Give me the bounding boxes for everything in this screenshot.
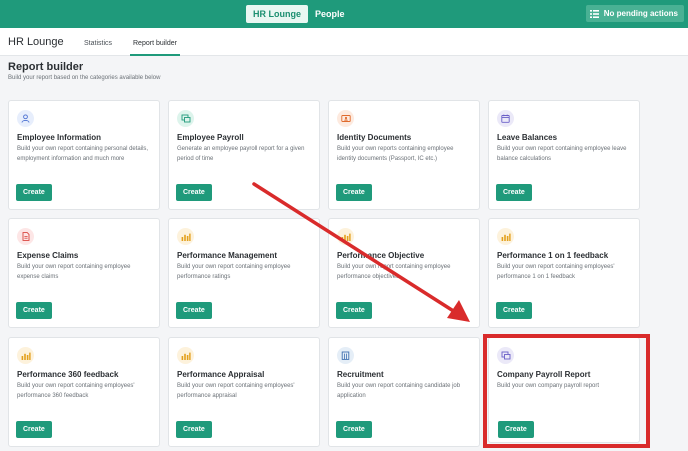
report-card-performance-appraisal: Performance Appraisal Build your own rep… <box>168 337 320 447</box>
card-title: Performance Appraisal <box>177 370 265 379</box>
report-card-performance-1-on-1-feedback: Performance 1 on 1 feedback Build your o… <box>488 218 640 328</box>
create-button[interactable]: Create <box>336 184 372 201</box>
card-description: Build your own report containing candida… <box>337 383 461 399</box>
bar-chart-icon <box>337 228 354 245</box>
top-navigation-bar: HR Lounge People No pending actions <box>0 0 688 28</box>
create-button[interactable]: Create <box>498 421 534 438</box>
create-button[interactable]: Create <box>16 421 52 438</box>
page-subtitle: Build your report based on the categorie… <box>8 75 161 81</box>
card-title: Performance 1 on 1 feedback <box>497 251 609 260</box>
card-description: Build your own report containing employe… <box>177 383 295 399</box>
bar-chart-icon <box>17 347 34 364</box>
card-title: Expense Claims <box>17 251 79 260</box>
create-button[interactable]: Create <box>496 184 532 201</box>
person-icon <box>17 110 34 127</box>
report-card-performance-management: Performance Management Build your own re… <box>168 218 320 328</box>
tab-statistics[interactable]: Statistics <box>84 40 112 47</box>
pending-actions-button[interactable]: No pending actions <box>585 5 684 22</box>
bar-chart-icon <box>497 228 514 245</box>
card-description: Build your own company payroll report <box>497 383 600 389</box>
card-title: Employee Payroll <box>177 133 244 142</box>
tab-report-builder[interactable]: Report builder <box>130 40 180 56</box>
card-description: Build your own reports containing employ… <box>337 146 454 162</box>
document-icon <box>17 228 34 245</box>
sub-header: HR Lounge Statistics Report builder <box>0 28 688 56</box>
card-title: Leave Balances <box>497 133 558 142</box>
card-title: Performance Management <box>177 251 278 260</box>
create-button[interactable]: Create <box>336 302 372 319</box>
id-card-icon <box>337 110 354 127</box>
card-description: Build your own report containing employe… <box>17 264 131 280</box>
create-button[interactable]: Create <box>176 421 212 438</box>
calendar-icon <box>497 110 514 127</box>
report-card-company-payroll-report: Company Payroll Report Build your own co… <box>488 337 640 443</box>
report-card-recruitment: Recruitment Build your own report contai… <box>328 337 480 447</box>
card-description: Build your own report containing persona… <box>17 146 149 162</box>
report-card-employee-payroll: Employee Payroll Generate an employee pa… <box>168 100 320 210</box>
app-title: HR Lounge <box>8 36 64 48</box>
bar-chart-icon <box>177 228 194 245</box>
card-title: Performance Objective <box>337 251 425 260</box>
card-title: Performance 360 feedback <box>17 370 119 379</box>
tab-people[interactable]: People <box>308 5 352 23</box>
card-description: Build your own report containing employe… <box>497 146 627 162</box>
create-button[interactable]: Create <box>176 302 212 319</box>
card-description: Generate an employee payroll report for … <box>177 146 305 162</box>
page-title: Report builder <box>8 61 84 73</box>
building-icon <box>337 347 354 364</box>
create-button[interactable]: Create <box>336 421 372 438</box>
bar-chart-icon <box>177 347 194 364</box>
report-card-identity-documents: Identity Documents Build your own report… <box>328 100 480 210</box>
report-card-performance-360-feedback: Performance 360 feedback Build your own … <box>8 337 160 447</box>
card-title: Recruitment <box>337 370 384 379</box>
card-description: Build your own report containing employe… <box>177 264 291 280</box>
payroll-icon <box>177 110 194 127</box>
tab-hr-lounge[interactable]: HR Lounge <box>246 5 308 23</box>
report-card-performance-objective: Performance Objective Build your own rep… <box>328 218 480 328</box>
payroll-icon <box>497 347 514 364</box>
create-button[interactable]: Create <box>176 184 212 201</box>
report-card-expense-claims: Expense Claims Build your own report con… <box>8 218 160 328</box>
pending-actions-label: No pending actions <box>603 9 678 18</box>
report-card-employee-information: Employee Information Build your own repo… <box>8 100 160 210</box>
card-description: Build your own report containing employe… <box>337 264 451 280</box>
create-button[interactable]: Create <box>496 302 532 319</box>
card-title: Identity Documents <box>337 133 412 142</box>
card-description: Build your own report containing employe… <box>17 383 135 399</box>
create-button[interactable]: Create <box>16 302 52 319</box>
card-title: Employee Information <box>17 133 102 142</box>
card-title: Company Payroll Report <box>497 370 591 379</box>
report-card-leave-balances: Leave Balances Build your own report con… <box>488 100 640 210</box>
create-button[interactable]: Create <box>16 184 52 201</box>
list-icon <box>589 9 599 18</box>
card-description: Build your own report containing employe… <box>497 264 615 280</box>
